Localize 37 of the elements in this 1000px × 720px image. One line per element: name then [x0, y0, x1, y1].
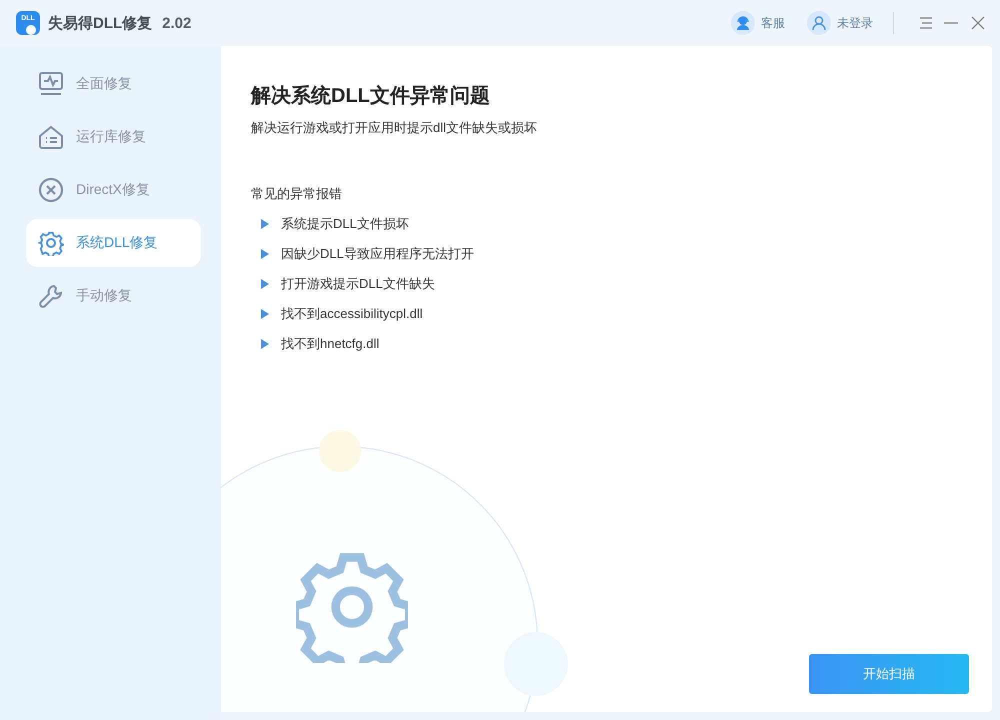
triangle-bullet-icon — [261, 309, 269, 319]
start-scan-button[interactable]: 开始扫描 — [809, 654, 969, 694]
headset-person-icon — [735, 15, 751, 31]
sidebar-item[interactable]: 系统DLL修复 — [26, 219, 201, 267]
sidebar-item[interactable]: 手动修复 — [26, 272, 201, 320]
close-circle-icon — [38, 177, 64, 203]
customer-service-button[interactable]: 客服 — [731, 11, 785, 35]
login-button[interactable]: 未登录 — [807, 11, 873, 35]
menu-button[interactable] — [918, 15, 934, 31]
page-subtitle: 解决运行游戏或打开应用时提示dll文件缺失或损坏 — [251, 119, 538, 137]
window-title: 失易得DLL修复 — [48, 14, 152, 32]
error-item: 打开游戏提示DLL文件缺失 — [281, 275, 435, 293]
page-title: 解决系统DLL文件异常问题 — [251, 84, 491, 109]
sidebar-item[interactable]: 运行库修复 — [26, 113, 201, 161]
list-house-icon — [38, 124, 64, 150]
menu-icon — [918, 15, 934, 31]
section-heading: 常见的异常报错 — [251, 185, 343, 203]
gear-illustration-icon — [296, 551, 408, 663]
error-item: 因缺少DLL导致应用程序无法打开 — [281, 245, 474, 263]
decorative-dot — [319, 430, 361, 472]
triangle-bullet-icon — [261, 279, 269, 289]
sidebar-item[interactable]: 全面修复 — [26, 60, 201, 108]
monitor-icon — [38, 71, 64, 97]
close-icon — [970, 15, 986, 31]
gear-icon — [38, 230, 64, 256]
error-item: 找不到accessibilitycpl.dll — [281, 305, 423, 323]
triangle-bullet-icon — [261, 249, 269, 259]
minimize-icon — [944, 22, 958, 24]
user-icon — [811, 15, 827, 31]
triangle-bullet-icon — [261, 219, 269, 229]
sidebar-item[interactable]: DirectX修复 — [26, 166, 201, 214]
version-label: 2.02 — [162, 14, 192, 32]
triangle-bullet-icon — [261, 339, 269, 349]
wrench-icon — [38, 283, 64, 309]
close-button[interactable] — [970, 15, 986, 31]
error-item: 找不到hnetcfg.dll — [281, 335, 380, 353]
error-item: 系统提示DLL文件损坏 — [281, 215, 409, 233]
